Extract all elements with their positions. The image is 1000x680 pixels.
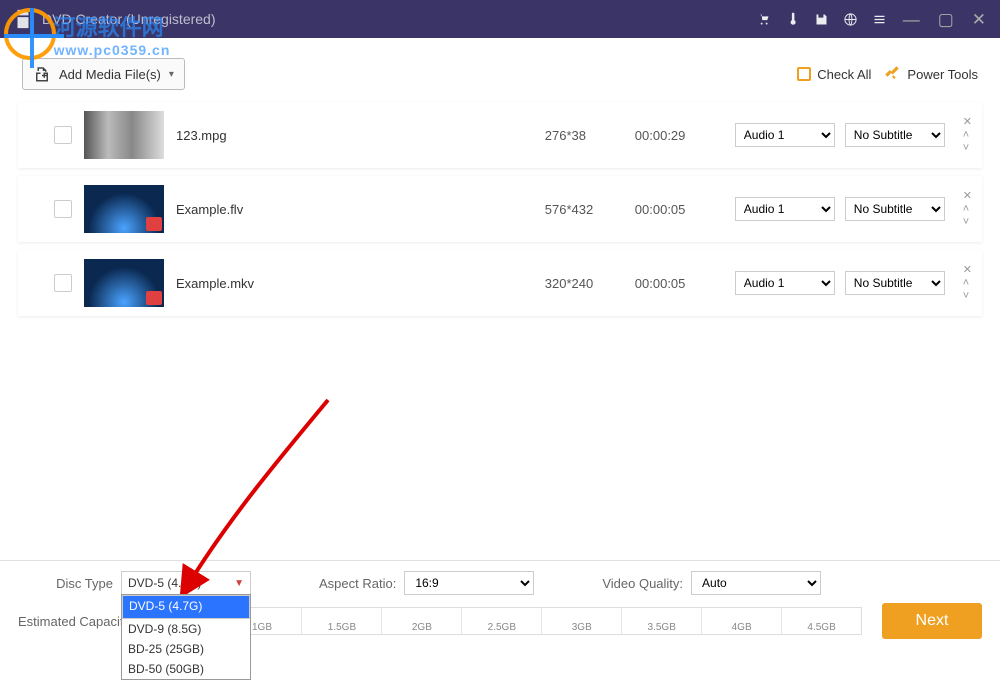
file-list: 123.mpg 276*38 00:00:29 Audio 1 No Subti… — [0, 102, 1000, 316]
aspect-ratio-select[interactable]: 16:9 — [404, 571, 534, 595]
capacity-tick: 3GB — [541, 608, 621, 634]
minimize-button[interactable]: — — [901, 9, 922, 30]
file-resolution: 320*240 — [545, 276, 635, 291]
menu-icon[interactable] — [872, 12, 887, 27]
thumbnail[interactable] — [84, 259, 164, 307]
capacity-tick: 1.5GB — [301, 608, 381, 634]
disc-type-label: Disc Type — [18, 576, 113, 591]
file-duration: 00:00:05 — [635, 276, 735, 291]
row-checkbox[interactable] — [54, 126, 72, 144]
audio-select[interactable]: Audio 1 — [735, 271, 835, 295]
remove-row-icon[interactable]: ✕ — [963, 265, 972, 276]
thumb-badge-icon — [146, 291, 162, 305]
thumbnail[interactable] — [84, 185, 164, 233]
aspect-ratio-label: Aspect Ratio: — [319, 576, 396, 591]
disc-type-option[interactable]: BD-25 (25GB) — [122, 639, 250, 659]
move-up-icon[interactable]: ˄ — [963, 278, 972, 289]
globe-icon[interactable] — [843, 12, 858, 27]
move-up-icon[interactable]: ˄ — [963, 130, 972, 141]
subtitle-select[interactable]: No Subtitle — [845, 197, 945, 221]
disc-type-option[interactable]: DVD-5 (4.7G) — [122, 595, 250, 619]
disc-type-dropdown: DVD-5 (4.7G) DVD-9 (8.5G) BD-25 (25GB) B… — [121, 594, 251, 680]
maximize-button[interactable]: ▢ — [936, 9, 956, 30]
video-quality-label: Video Quality: — [602, 576, 683, 591]
power-tools-button[interactable]: Power Tools — [883, 64, 978, 85]
disc-type-select[interactable]: DVD-5 (4.7G) ▼ — [121, 571, 251, 595]
thermometer-icon[interactable] — [785, 12, 800, 27]
add-media-label: Add Media File(s) — [59, 67, 161, 82]
check-all-label: Check All — [817, 67, 871, 82]
file-resolution: 276*38 — [545, 128, 635, 143]
audio-select[interactable]: Audio 1 — [735, 197, 835, 221]
chevron-down-icon: ▾ — [169, 69, 174, 80]
check-all-toggle[interactable]: Check All — [797, 67, 871, 82]
audio-select[interactable]: Audio 1 — [735, 123, 835, 147]
file-name: Example.mkv — [176, 276, 545, 291]
close-button[interactable]: ✕ — [970, 9, 988, 30]
capacity-tick: 2.5GB — [461, 608, 541, 634]
subtitle-select[interactable]: No Subtitle — [845, 123, 945, 147]
file-row: Example.mkv 320*240 00:00:05 Audio 1 No … — [18, 250, 982, 316]
file-name: 123.mpg — [176, 128, 545, 143]
thumbnail[interactable] — [84, 111, 164, 159]
move-down-icon[interactable]: ˅ — [963, 217, 972, 228]
move-down-icon[interactable]: ˅ — [963, 143, 972, 154]
app-logo-icon — [12, 8, 34, 30]
dropdown-arrow-icon: ▼ — [234, 578, 244, 589]
row-checkbox[interactable] — [54, 200, 72, 218]
file-resolution: 576*432 — [545, 202, 635, 217]
capacity-tick: 4.5GB — [781, 608, 861, 634]
disc-type-option[interactable]: BD-50 (50GB) — [122, 659, 250, 679]
tools-icon — [883, 64, 901, 85]
disc-type-value: DVD-5 (4.7G) — [128, 576, 201, 590]
cart-icon[interactable] — [756, 12, 771, 27]
remove-row-icon[interactable]: ✕ — [963, 117, 972, 128]
add-file-icon — [33, 65, 51, 83]
add-media-button[interactable]: Add Media File(s) ▾ — [22, 58, 185, 90]
remove-row-icon[interactable]: ✕ — [963, 191, 972, 202]
file-duration: 00:00:29 — [635, 128, 735, 143]
titlebar: DVD Creator (Unregistered) — ▢ ✕ — [0, 0, 1000, 38]
file-row: Example.flv 576*432 00:00:05 Audio 1 No … — [18, 176, 982, 242]
app-title: DVD Creator (Unregistered) — [42, 11, 756, 27]
power-tools-label: Power Tools — [907, 67, 978, 82]
move-up-icon[interactable]: ˄ — [963, 204, 972, 215]
file-name: Example.flv — [176, 202, 545, 217]
capacity-tick: 3.5GB — [621, 608, 701, 634]
toolbar: Add Media File(s) ▾ Check All Power Tool… — [0, 38, 1000, 102]
video-quality-select[interactable]: Auto — [691, 571, 821, 595]
capacity-tick: 4GB — [701, 608, 781, 634]
thumb-badge-icon — [146, 217, 162, 231]
disc-type-option[interactable]: DVD-9 (8.5G) — [122, 619, 250, 639]
file-row: 123.mpg 276*38 00:00:29 Audio 1 No Subti… — [18, 102, 982, 168]
file-duration: 00:00:05 — [635, 202, 735, 217]
move-down-icon[interactable]: ˅ — [963, 291, 972, 302]
capacity-tick: 2GB — [381, 608, 461, 634]
row-checkbox[interactable] — [54, 274, 72, 292]
save-icon[interactable] — [814, 12, 829, 27]
checkbox-icon — [797, 67, 811, 81]
bottom-bar: Disc Type DVD-5 (4.7G) ▼ DVD-5 (4.7G) DV… — [0, 560, 1000, 642]
next-button[interactable]: Next — [882, 603, 982, 639]
subtitle-select[interactable]: No Subtitle — [845, 271, 945, 295]
estimated-capacity-label: Estimated Capacity: — [18, 614, 134, 629]
